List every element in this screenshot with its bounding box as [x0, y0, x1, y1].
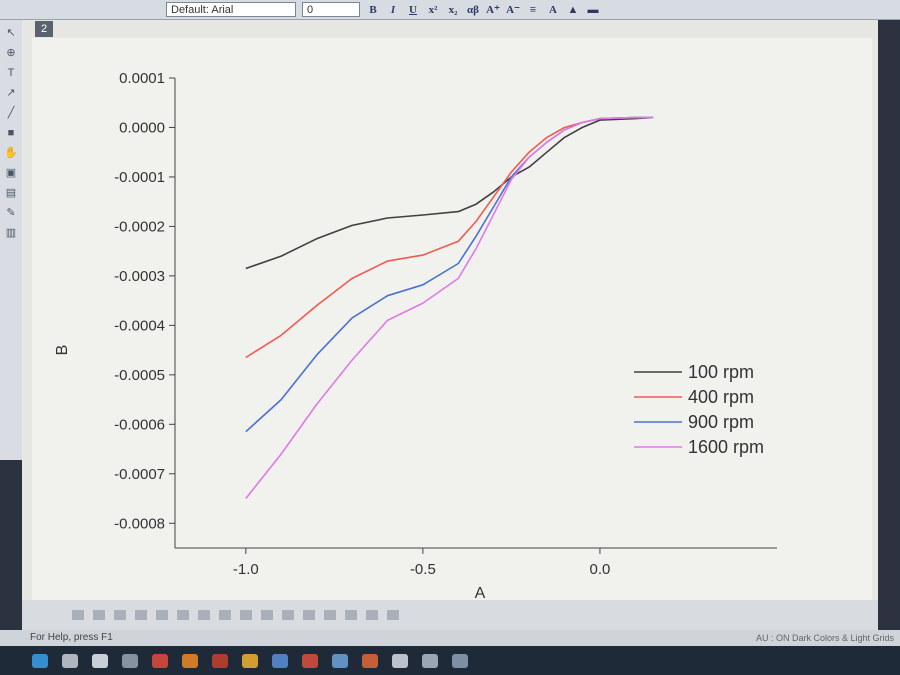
app-icon-9[interactable]	[422, 653, 438, 668]
series-line-3	[245, 116, 654, 433]
y-tick-label: -0.0003	[114, 268, 165, 285]
y-tick-label: -0.0006	[114, 416, 165, 433]
layout-icon-6[interactable]	[387, 610, 399, 620]
layout-icon-5[interactable]	[366, 610, 378, 620]
status-right-text: AU : ON Dark Colors & Light Grids	[755, 633, 894, 643]
y-tick-label: -0.0004	[114, 317, 165, 334]
plot-type-toolbar	[22, 600, 878, 630]
column-plot-icon[interactable]	[135, 610, 147, 620]
screen-reader-icon[interactable]: ▤	[4, 186, 18, 200]
fill-color-icon[interactable]: ▲	[566, 3, 580, 17]
layout-icon-3[interactable]	[324, 610, 336, 620]
contour-plot-icon[interactable]	[219, 610, 231, 620]
series-line-4	[245, 116, 654, 499]
increase-font-icon[interactable]: A⁺	[486, 3, 500, 17]
x-tick-label: -1.0	[233, 561, 259, 578]
line-tool-icon[interactable]: ╱	[4, 106, 18, 120]
chart-legend: 100 rpm 400 rpm 900 rpm 1600 rpm	[634, 362, 764, 457]
y-tick-label: -0.0007	[114, 466, 165, 483]
font-name-select[interactable]: Default: Arial	[166, 2, 296, 17]
format-toolbar: Default: Arial 0 B I U x² x₂ αβ A⁺ A⁻ ≡ …	[0, 0, 900, 20]
y-tick-label: -0.0008	[114, 515, 165, 532]
legend-label: 1600 rpm	[688, 437, 764, 457]
graph-workspace: 0.0001 0.0000 -0.0001 -0.0002 -0.0003 -0.0004…	[22, 20, 878, 620]
font-color-icon[interactable]: A	[546, 3, 560, 17]
scatter-plot-icon[interactable]	[93, 610, 105, 620]
chrome-icon[interactable]	[152, 653, 168, 668]
y-axis-label: B	[54, 345, 71, 356]
legend-label: 900 rpm	[688, 412, 754, 432]
left-toolbar: ↖ ⊕ T ↗ ╱ ■ ✋ ▣ ▤ ✎ ▥	[0, 20, 23, 460]
hand-tool-icon[interactable]: ✋	[4, 146, 18, 160]
rectangle-tool-icon[interactable]: ■	[4, 126, 18, 140]
y-tick-label: 0.0001	[119, 70, 165, 87]
area-plot-icon[interactable]	[198, 610, 210, 620]
app-icon-4[interactable]	[242, 653, 258, 668]
line-plot-icon[interactable]	[72, 610, 84, 620]
legend-label: 400 rpm	[688, 387, 754, 407]
subscript-icon[interactable]: x₂	[446, 3, 460, 17]
origin-icon[interactable]	[302, 653, 318, 668]
x-tick-label: -0.5	[410, 561, 436, 578]
status-bar: For Help, press F1 AU : ON Dark Colors &…	[0, 630, 900, 646]
app-icon-5[interactable]	[272, 653, 288, 668]
line-chart: 0.0001 0.0000 -0.0001 -0.0002 -0.0003 -0.0004…	[54, 70, 777, 602]
app-icon-8[interactable]	[392, 653, 408, 668]
taskbar	[0, 646, 900, 675]
x-tick-label: 0.0	[590, 561, 611, 578]
chart-axes	[174, 78, 777, 549]
line-symbol-plot-icon[interactable]	[114, 610, 126, 620]
graph-page: 0.0001 0.0000 -0.0001 -0.0002 -0.0003 -0.0004…	[32, 38, 872, 620]
series-line-2	[245, 116, 654, 359]
decrease-font-icon[interactable]: A⁻	[506, 3, 520, 17]
pie-plot-icon[interactable]	[177, 610, 189, 620]
greek-button[interactable]: αβ	[466, 3, 480, 17]
y-tick-label: -0.0002	[114, 218, 165, 235]
search-icon[interactable]	[62, 653, 78, 668]
app-icon-6[interactable]	[332, 653, 348, 668]
layout-icon-2[interactable]	[303, 610, 315, 620]
app-icon-7[interactable]	[362, 653, 378, 668]
window-number-tag[interactable]: 2	[35, 21, 53, 37]
app-icon-2[interactable]	[122, 653, 138, 668]
superscript-icon[interactable]: x²	[426, 3, 440, 17]
layout-icon-4[interactable]	[345, 610, 357, 620]
italic-button[interactable]: I	[386, 3, 400, 17]
line-color-icon[interactable]: ▬	[586, 3, 600, 17]
status-text: For Help, press F1	[30, 632, 113, 643]
region-icon[interactable]: ▥	[4, 226, 18, 240]
data-reader-icon[interactable]: ▣	[4, 166, 18, 180]
zoom-icon[interactable]: ⊕	[4, 46, 18, 60]
start-icon[interactable]	[32, 653, 48, 668]
legend-label: 100 rpm	[688, 362, 754, 382]
font-size-select[interactable]: 0	[302, 2, 360, 17]
align-icon[interactable]: ≡	[526, 3, 540, 17]
text-tool-icon[interactable]: T	[4, 66, 18, 80]
statistics-plot-icon[interactable]	[240, 610, 252, 620]
layout-icon-1[interactable]	[282, 610, 294, 620]
y-tick-label: -0.0001	[114, 169, 165, 186]
y-tick-label: -0.0005	[114, 367, 165, 384]
draw-data-icon[interactable]: ✎	[4, 206, 18, 220]
y-tick-label: 0.0000	[119, 119, 165, 136]
firefox-icon[interactable]	[182, 653, 198, 668]
chart-series	[245, 116, 654, 499]
arrow-tool-icon[interactable]: ↗	[4, 86, 18, 100]
app-icon-1[interactable]	[92, 653, 108, 668]
bold-button[interactable]: B	[366, 3, 380, 17]
app-icon-10[interactable]	[452, 653, 468, 668]
series-line-1	[245, 116, 654, 270]
app-icon-3[interactable]	[212, 653, 228, 668]
template-icon[interactable]	[261, 610, 273, 620]
pointer-icon[interactable]: ↖	[4, 26, 18, 40]
underline-button[interactable]: U	[406, 3, 420, 17]
stack-plot-icon[interactable]	[156, 610, 168, 620]
